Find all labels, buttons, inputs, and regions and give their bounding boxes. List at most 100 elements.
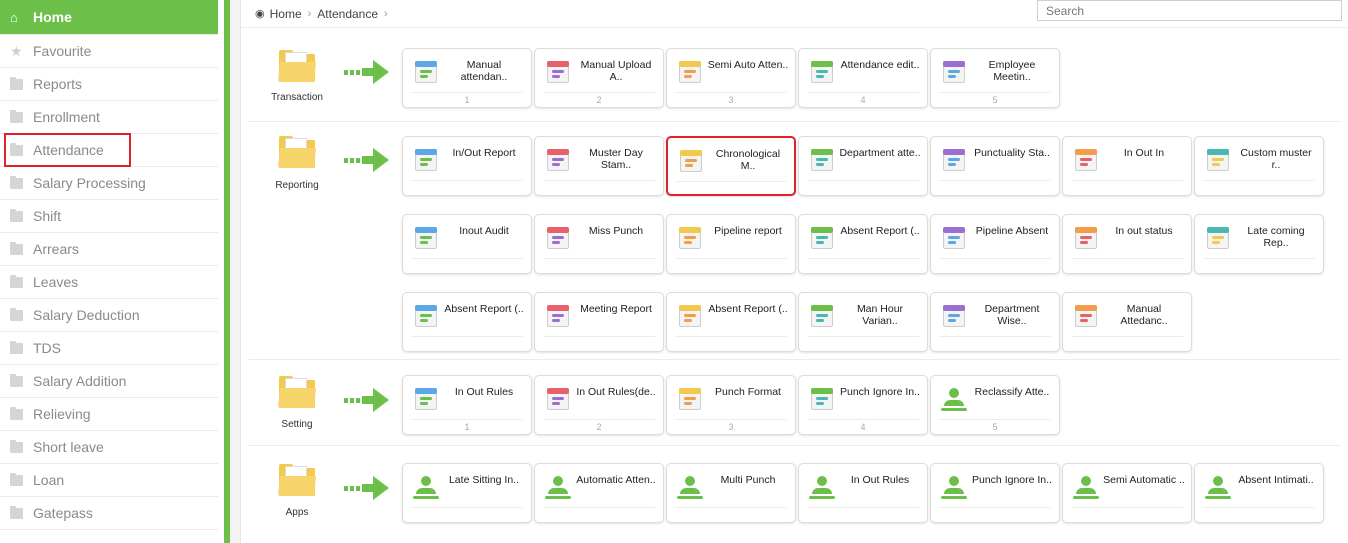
sidebar-item-salary-addition[interactable]: Salary Addition	[0, 365, 218, 398]
folder-icon	[10, 472, 23, 486]
tile-label: Manual Upload A..	[580, 59, 652, 83]
tile-reporting[interactable]: Custom muster r..	[1194, 136, 1324, 196]
meeting-report-icon	[545, 303, 571, 329]
sidebar-item-favourite[interactable]: ★ Favourite	[0, 35, 218, 68]
tile-transaction[interactable]: Attendance edit.. 4	[798, 48, 928, 108]
sidebar-item-tds[interactable]: TDS	[0, 332, 218, 365]
tile-apps[interactable]: Absent Intimati..	[1194, 463, 1324, 523]
sidebar-item-reports[interactable]: Reports	[0, 68, 218, 101]
attendance-highlight-box	[4, 133, 131, 167]
sidebar-item-leaves[interactable]: Leaves	[0, 266, 218, 299]
sidebar-item-salary-deduction[interactable]: Salary Deduction	[0, 299, 218, 332]
breadcrumb-current[interactable]: Attendance	[317, 7, 378, 21]
door-icon	[1073, 147, 1099, 173]
sidebar-item-short-leave[interactable]: Short leave	[0, 431, 218, 464]
tile-reporting[interactable]: Inout Audit	[402, 214, 532, 274]
tile-label: Punch Ignore In..	[840, 386, 920, 398]
sidebar: ⌂ Home ★ Favourite Reports Enrollment At…	[0, 0, 230, 543]
tile-setting[interactable]: Reclassify Atte.. 5	[930, 375, 1060, 435]
app-window: ⌂ Home ★ Favourite Reports Enrollment At…	[0, 0, 1348, 543]
tile-apps[interactable]: In Out Rules	[798, 463, 928, 523]
sidebar-item-relieving[interactable]: Relieving	[0, 398, 218, 431]
tile-label: Automatic Atten..	[576, 474, 656, 486]
report-clipboard-icon	[413, 147, 439, 173]
tile-divider	[675, 92, 787, 93]
sidebar-item-label: Shift	[33, 208, 62, 224]
tile-transaction[interactable]: Manual attendan.. 1	[402, 48, 532, 108]
calendar-grid-icon	[413, 303, 439, 329]
tile-reporting[interactable]: Department Wise..	[930, 292, 1060, 352]
folder-icon[interactable]	[277, 136, 317, 168]
folder-icon	[10, 109, 23, 123]
folder-icon[interactable]	[277, 376, 317, 408]
tile-divider	[1071, 180, 1183, 181]
sidebar-item-enrollment[interactable]: Enrollment	[0, 101, 218, 134]
breadcrumb-home[interactable]: Home	[270, 7, 302, 21]
folder-icon[interactable]	[277, 464, 317, 496]
sidebar-item-loan[interactable]: Loan	[0, 464, 218, 497]
tile-label: Inout Audit	[459, 225, 509, 237]
tile-divider	[675, 419, 787, 420]
sidebar-item-label: Reports	[33, 76, 83, 92]
tile-setting[interactable]: In Out Rules 1	[402, 375, 532, 435]
tile-number: 3	[728, 422, 734, 432]
tile-transaction[interactable]: Employee Meetin.. 5	[930, 48, 1060, 108]
tile-reporting[interactable]: Absent Report (..	[666, 292, 796, 352]
tile-divider	[411, 507, 523, 508]
tile-reporting[interactable]: Pipeline report	[666, 214, 796, 274]
sidebar-item-salary-processing[interactable]: Salary Processing	[0, 167, 218, 200]
folder-icon[interactable]	[277, 50, 317, 82]
tile-reporting[interactable]: Muster Day Stam..	[534, 136, 664, 196]
tile-divider	[1203, 258, 1315, 259]
sidebar-item-label: Home	[33, 9, 72, 25]
folder-icon	[10, 439, 23, 453]
tile-apps[interactable]: Punch Ignore In..	[930, 463, 1060, 523]
tile-reporting[interactable]: Manual Attedanc..	[1062, 292, 1192, 352]
tile-reporting[interactable]: Man Hour Varian..	[798, 292, 928, 352]
sidebar-item-arrears[interactable]: Arrears	[0, 233, 218, 266]
tile-label: Department atte..	[839, 147, 921, 159]
tile-reporting[interactable]: Late coming Rep..	[1194, 214, 1324, 274]
person-green-icon	[1073, 474, 1099, 500]
person-green-icon	[809, 474, 835, 500]
tile-divider	[411, 419, 523, 420]
sidebar-item-shift[interactable]: Shift	[0, 200, 218, 233]
sidebar-item-label: Relieving	[33, 406, 91, 422]
chart-gear-icon	[941, 303, 967, 329]
sidebar-item-gatepass[interactable]: Gatepass	[0, 497, 218, 530]
tile-divider	[676, 181, 786, 182]
tile-apps[interactable]: Multi Punch	[666, 463, 796, 523]
tile-divider	[1071, 336, 1183, 337]
sidebar-item-home[interactable]: ⌂ Home	[0, 0, 218, 35]
tile-reporting[interactable]: In Out In	[1062, 136, 1192, 196]
tile-reporting[interactable]: Miss Punch	[534, 214, 664, 274]
tile-reporting[interactable]: Punctuality Sta..	[930, 136, 1060, 196]
tile-reporting[interactable]: Absent Report (..	[402, 292, 532, 352]
search-input[interactable]	[1037, 0, 1342, 21]
tile-divider	[807, 336, 919, 337]
sidebar-item-label: Salary Deduction	[33, 307, 140, 323]
hand-punch-icon	[545, 225, 571, 251]
tile-reporting[interactable]: Chronological M..	[666, 136, 796, 196]
tile-reporting[interactable]: Meeting Report	[534, 292, 664, 352]
tile-transaction[interactable]: Semi Auto Atten.. 3	[666, 48, 796, 108]
tile-reporting[interactable]: Absent Report (..	[798, 214, 928, 274]
punctuality-clock-icon	[941, 147, 967, 173]
tile-setting[interactable]: In Out Rules(de.. 2	[534, 375, 664, 435]
section-label: Transaction	[271, 92, 323, 103]
tile-apps[interactable]: Semi Automatic ..	[1062, 463, 1192, 523]
tile-setting[interactable]: Punch Ignore In.. 4	[798, 375, 928, 435]
tile-divider	[939, 92, 1051, 93]
tile-reporting[interactable]: Pipeline Absent	[930, 214, 1060, 274]
tile-transaction[interactable]: Manual Upload A.. 2	[534, 48, 664, 108]
tile-setting[interactable]: Punch Format 3	[666, 375, 796, 435]
tile-number: 1	[464, 422, 470, 432]
tile-reporting[interactable]: Department atte..	[798, 136, 928, 196]
section-label: Apps	[285, 507, 309, 518]
tile-number: 1	[464, 95, 470, 105]
tile-reporting[interactable]: In out status	[1062, 214, 1192, 274]
tile-apps[interactable]: Automatic Atten..	[534, 463, 664, 523]
tile-apps[interactable]: Late Sitting In..	[402, 463, 532, 523]
tile-reporting[interactable]: In/Out Report	[402, 136, 532, 196]
tile-divider	[807, 92, 919, 93]
